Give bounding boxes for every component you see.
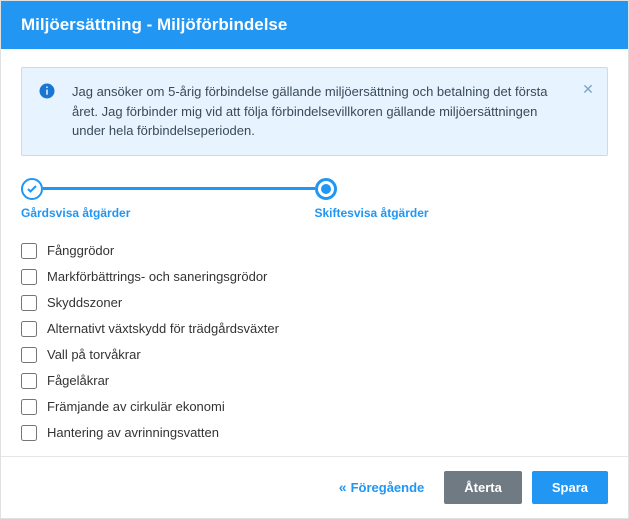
step-node-2[interactable] <box>315 178 337 200</box>
previous-button[interactable]: Föregående <box>339 479 424 495</box>
reset-button[interactable]: Återta <box>444 471 522 504</box>
list-item: Hantering av avrinningsvatten <box>21 420 608 446</box>
option-label[interactable]: Alternativt växtskydd för trädgårdsväxte… <box>47 321 279 336</box>
info-alert: Jag ansöker om 5-årig förbindelse gällan… <box>21 67 608 156</box>
option-label[interactable]: Vall på torvåkrar <box>47 347 141 362</box>
save-button[interactable]: Spara <box>532 471 608 504</box>
checkbox-markforbattrings[interactable] <box>21 269 37 285</box>
checkbox-skyddszoner[interactable] <box>21 295 37 311</box>
checkbox-fagelakrar[interactable] <box>21 373 37 389</box>
checkbox-fanggrodor[interactable] <box>21 243 37 259</box>
checkbox-vall-torvakrar[interactable] <box>21 347 37 363</box>
option-label[interactable]: Markförbättrings- och saneringsgrödor <box>47 269 267 284</box>
option-label[interactable]: Främjande av cirkulär ekonomi <box>47 399 225 414</box>
list-item: Alternativt växtskydd för trädgårdsväxte… <box>21 316 608 342</box>
list-item: Markförbättrings- och saneringsgrödor <box>21 264 608 290</box>
list-item: Skyddszoner <box>21 290 608 316</box>
list-item: Vall på torvåkrar <box>21 342 608 368</box>
list-item: Främjande av cirkulär ekonomi <box>21 394 608 420</box>
checkbox-cirkular-ekonomi[interactable] <box>21 399 37 415</box>
step-label-1: Gårdsvisa åtgärder <box>21 206 315 220</box>
option-label[interactable]: Fågelåkrar <box>47 373 109 388</box>
dialog-header: Miljöersättning - Miljöförbindelse <box>1 1 628 49</box>
info-icon <box>38 82 56 100</box>
step-label-2: Skiftesvisa åtgärder <box>315 206 609 220</box>
dialog-footer: Föregående Återta Spara <box>1 456 628 518</box>
checkbox-avrinningsvatten[interactable] <box>21 425 37 441</box>
dialog-body: Jag ansöker om 5-årig förbindelse gällan… <box>1 49 628 456</box>
dialog: Miljöersättning - Miljöförbindelse Jag a… <box>0 0 629 519</box>
checkbox-alternativt-vaxtskydd[interactable] <box>21 321 37 337</box>
previous-button-label: Föregående <box>351 480 425 495</box>
option-label[interactable]: Hantering av avrinningsvatten <box>47 425 219 440</box>
option-label[interactable]: Fånggrödor <box>47 243 114 258</box>
step-node-1[interactable] <box>21 178 43 200</box>
list-item: Fågelåkrar <box>21 368 608 394</box>
options-list: Fånggrödor Markförbättrings- och sanerin… <box>21 238 608 446</box>
step-connector <box>43 187 315 190</box>
info-alert-text: Jag ansöker om 5-årig förbindelse gällan… <box>72 84 548 138</box>
close-icon[interactable]: ✕ <box>581 82 595 96</box>
list-item: Fånggrödor <box>21 238 608 264</box>
dialog-title: Miljöersättning - Miljöförbindelse <box>21 15 287 34</box>
option-label[interactable]: Skyddszoner <box>47 295 122 310</box>
stepper: Gårdsvisa åtgärder Skiftesvisa åtgärder <box>21 178 608 220</box>
